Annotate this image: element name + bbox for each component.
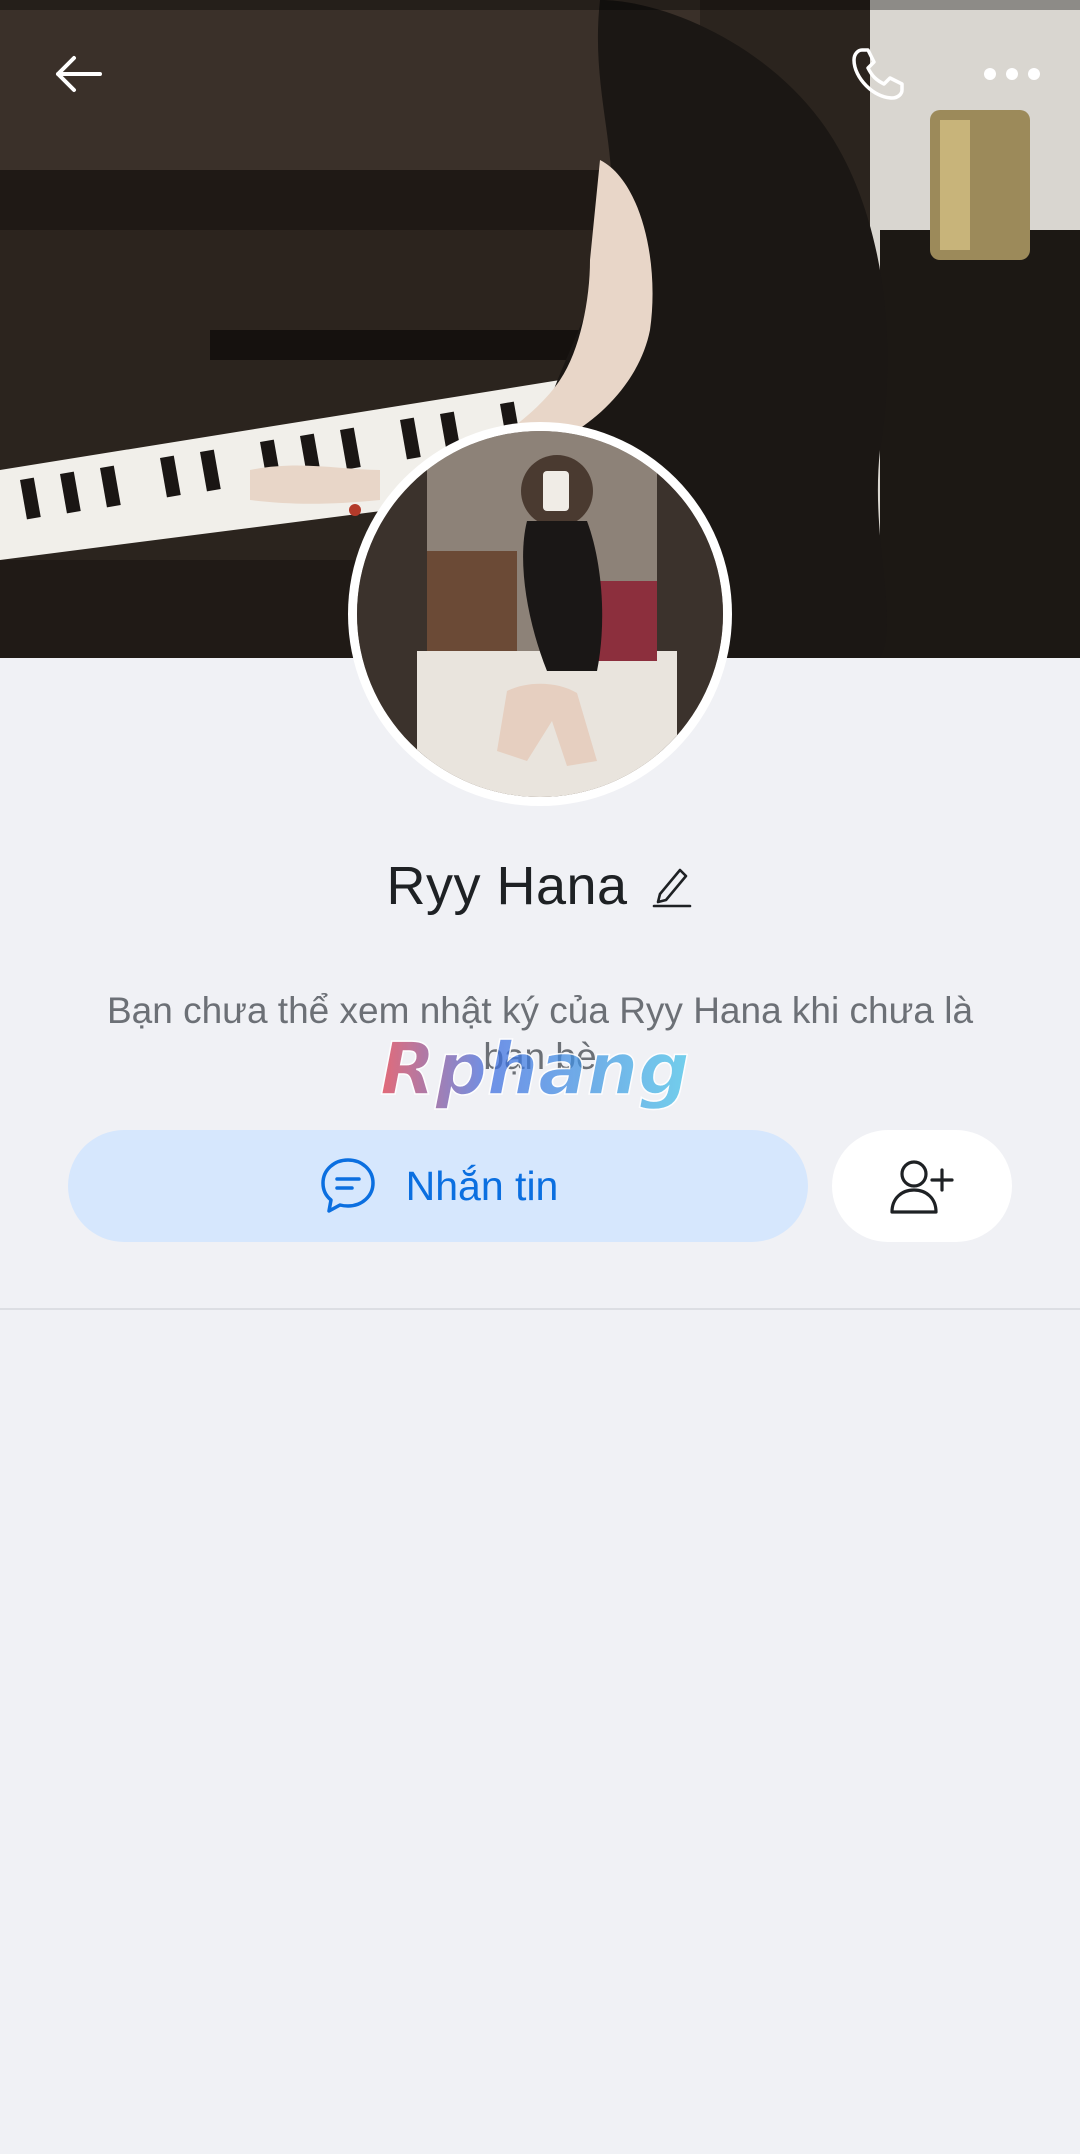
phone-icon xyxy=(852,48,904,100)
chat-bubble-icon xyxy=(320,1158,375,1213)
more-dots-icon xyxy=(984,68,1040,80)
avatar[interactable] xyxy=(348,422,732,806)
status-bar-shade xyxy=(0,0,1080,10)
svg-text:Rphang: Rphang xyxy=(380,1028,690,1111)
message-button-label: Nhắn tin xyxy=(405,1162,559,1209)
add-friend-button[interactable] xyxy=(832,1130,1012,1242)
call-button[interactable] xyxy=(830,26,926,122)
profile-name-row: Ryy Hana xyxy=(0,848,1080,924)
more-options-button[interactable] xyxy=(964,26,1060,122)
section-divider xyxy=(0,1308,1080,1310)
message-button[interactable]: Nhắn tin xyxy=(68,1130,808,1242)
pencil-icon xyxy=(652,868,691,908)
profile-name: Ryy Hana xyxy=(386,856,628,916)
user-plus-icon xyxy=(890,1160,954,1214)
arrow-left-icon xyxy=(56,56,102,92)
back-button[interactable] xyxy=(30,26,126,122)
edit-name-button[interactable] xyxy=(650,859,694,913)
avatar-image xyxy=(357,431,723,797)
watermark-logo: Rphang xyxy=(374,1026,714,1118)
